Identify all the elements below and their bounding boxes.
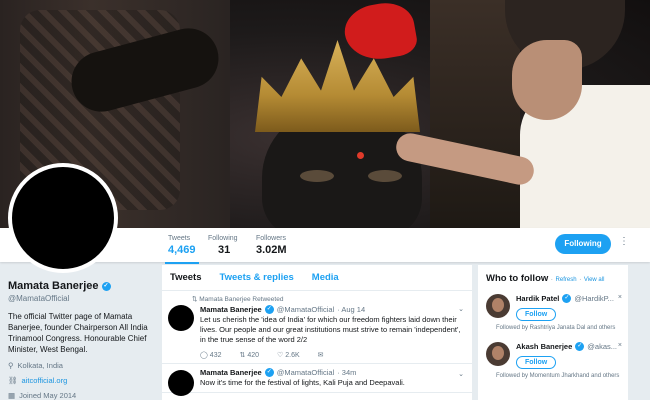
avatar[interactable]: [8, 163, 118, 273]
suggestion-name[interactable]: Hardik Patel: [516, 294, 559, 303]
location-icon: ⚲: [8, 361, 14, 370]
profile-joined: ▦ Joined May 2014: [8, 391, 158, 400]
stat-label: Following: [208, 235, 238, 242]
suggestion-item: Akash Banerjee ✓ @akas... × Follow Follo…: [486, 342, 622, 380]
separator: ·: [579, 277, 582, 283]
profile-website: ⛓ aitcofficial.org: [8, 376, 158, 385]
tweet[interactable]: Mamata Banerjee ✓ @MamataOfficial · 34m …: [162, 364, 472, 396]
profile-bio: The official Twitter page of Mamata Bane…: [8, 312, 148, 354]
followed-by-note: Followed by Rashtriya Janata Dal and oth…: [496, 325, 616, 331]
retweet-count: 420: [247, 352, 259, 359]
tweet-actions: ◯ 432 ⇅ 420 ♡ 2.6K ✉: [200, 351, 464, 359]
banner-pillar: [430, 0, 520, 228]
banner-person-face: [512, 40, 582, 120]
heart-icon: ♡: [277, 352, 284, 359]
stat-label: Tweets: [168, 235, 191, 242]
reply-button[interactable]: ◯ 432: [200, 351, 221, 359]
tweet-author-name[interactable]: Mamata Banerjee: [200, 368, 262, 377]
tweet-text: Let us cherish the 'idea of India' for w…: [200, 315, 461, 344]
verified-icon: ✓: [562, 294, 572, 303]
timeline: Tweets Tweets & replies Media ⇅ Mamata B…: [162, 265, 472, 400]
close-icon[interactable]: ×: [618, 294, 622, 301]
chevron-down-icon[interactable]: ⌄: [458, 305, 464, 313]
reply-count: 432: [209, 352, 222, 359]
close-icon[interactable]: ×: [618, 342, 622, 349]
follow-button[interactable]: Follow: [516, 308, 557, 321]
banner-idol-tilak: [357, 152, 364, 159]
suggestion-item: Hardik Patel ✓ @HardikP... × Follow Foll…: [486, 294, 622, 332]
tweet-author-handle[interactable]: @MamataOfficial: [277, 368, 335, 377]
timeline-tabs: Tweets Tweets & replies Media: [162, 265, 472, 291]
retweet-note: ⇅ Mamata Banerjee Retweeted: [192, 295, 464, 303]
tweet-text: Now it's time for the festival of lights…: [200, 378, 405, 387]
tweet-time[interactable]: · Aug 14: [337, 305, 365, 314]
tab-media[interactable]: Media: [312, 272, 339, 283]
tweet-avatar[interactable]: [168, 305, 194, 331]
tab-tweets-replies[interactable]: Tweets & replies: [220, 272, 294, 283]
verified-icon: ✓: [575, 342, 585, 351]
message-icon[interactable]: ✉: [318, 351, 324, 359]
location-text: Kolkata, India: [17, 361, 63, 370]
chevron-down-icon[interactable]: ⌄: [458, 370, 464, 378]
separator: ·: [550, 277, 553, 283]
following-button[interactable]: Following: [555, 234, 611, 254]
view-all-link[interactable]: View all: [584, 277, 605, 283]
banner-red-plume: [340, 0, 420, 65]
retweet-button[interactable]: ⇅ 420: [239, 351, 259, 359]
suggestion-handle[interactable]: @HardikP...: [574, 294, 614, 303]
like-count: 2.6K: [285, 352, 300, 359]
who-to-follow-title: Who to follow: [486, 273, 549, 284]
banner-idol-eye: [368, 170, 402, 182]
suggestion-avatar[interactable]: [486, 342, 510, 366]
tweet-header: Mamata Banerjee ✓ @MamataOfficial · 34m: [200, 368, 464, 377]
stat-value: 31: [218, 244, 231, 256]
tweet-author-name[interactable]: Mamata Banerjee: [200, 305, 262, 314]
follow-button[interactable]: Follow: [516, 356, 557, 369]
stat-tweets[interactable]: Tweets 4,469: [165, 234, 199, 264]
suggestion-handle[interactable]: @akas...: [587, 342, 617, 351]
profile-location: ⚲ Kolkata, India: [8, 361, 158, 370]
banner-idol-eye: [300, 170, 334, 182]
joined-text: Joined May 2014: [19, 391, 77, 400]
suggestion-avatar[interactable]: [486, 294, 510, 318]
stat-following[interactable]: Following 31: [208, 234, 238, 257]
refresh-link[interactable]: Refresh: [556, 277, 577, 283]
who-to-follow: Who to follow · Refresh · View all Hardi…: [478, 265, 628, 400]
stat-followers[interactable]: Followers 3.02M: [256, 234, 287, 257]
link-icon: ⛓: [8, 376, 18, 385]
profile-name-row: Mamata Banerjee ✓: [8, 280, 158, 292]
stat-value: 4,469: [168, 244, 196, 256]
who-to-follow-header: Who to follow · Refresh · View all: [486, 273, 620, 284]
more-options-icon[interactable]: ⋮: [619, 236, 629, 247]
suggestion-header: Hardik Patel ✓ @HardikP...: [516, 294, 620, 303]
tweet-author-handle[interactable]: @MamataOfficial: [277, 305, 335, 314]
verified-icon: ✓: [101, 281, 111, 291]
retweet-note-text: Mamata Banerjee Retweeted: [199, 296, 284, 303]
profile-name[interactable]: Mamata Banerjee: [8, 280, 99, 292]
suggestion-header: Akash Banerjee ✓ @akas...: [516, 342, 620, 351]
tab-tweets[interactable]: Tweets: [170, 272, 202, 283]
profile-handle[interactable]: @MamataOfficial: [8, 294, 158, 303]
followed-by-note: Followed by Momentum Jharkhand and other…: [496, 373, 620, 379]
website-link[interactable]: aitcofficial.org: [22, 376, 68, 385]
verified-icon: ✓: [264, 305, 274, 314]
suggestion-name[interactable]: Akash Banerjee: [516, 342, 572, 351]
calendar-icon: ▦: [8, 391, 16, 400]
like-button[interactable]: ♡ 2.6K: [277, 351, 300, 359]
retweet-icon: ⇅: [192, 296, 198, 303]
tweet-time[interactable]: · 34m: [337, 368, 356, 377]
tweet[interactable]: ⇅ Mamata Banerjee Retweeted Mamata Baner…: [162, 291, 472, 364]
stat-value: 3.02M: [256, 244, 287, 256]
profile-card: Mamata Banerjee ✓ @MamataOfficial The of…: [8, 280, 158, 400]
verified-icon: ✓: [264, 368, 274, 377]
tweet-avatar[interactable]: [168, 370, 194, 396]
reply-icon: ◯: [200, 352, 208, 359]
retweet-icon: ⇅: [239, 352, 246, 359]
stat-label: Followers: [256, 235, 286, 242]
tweet-header: Mamata Banerjee ✓ @MamataOfficial · Aug …: [200, 305, 464, 314]
